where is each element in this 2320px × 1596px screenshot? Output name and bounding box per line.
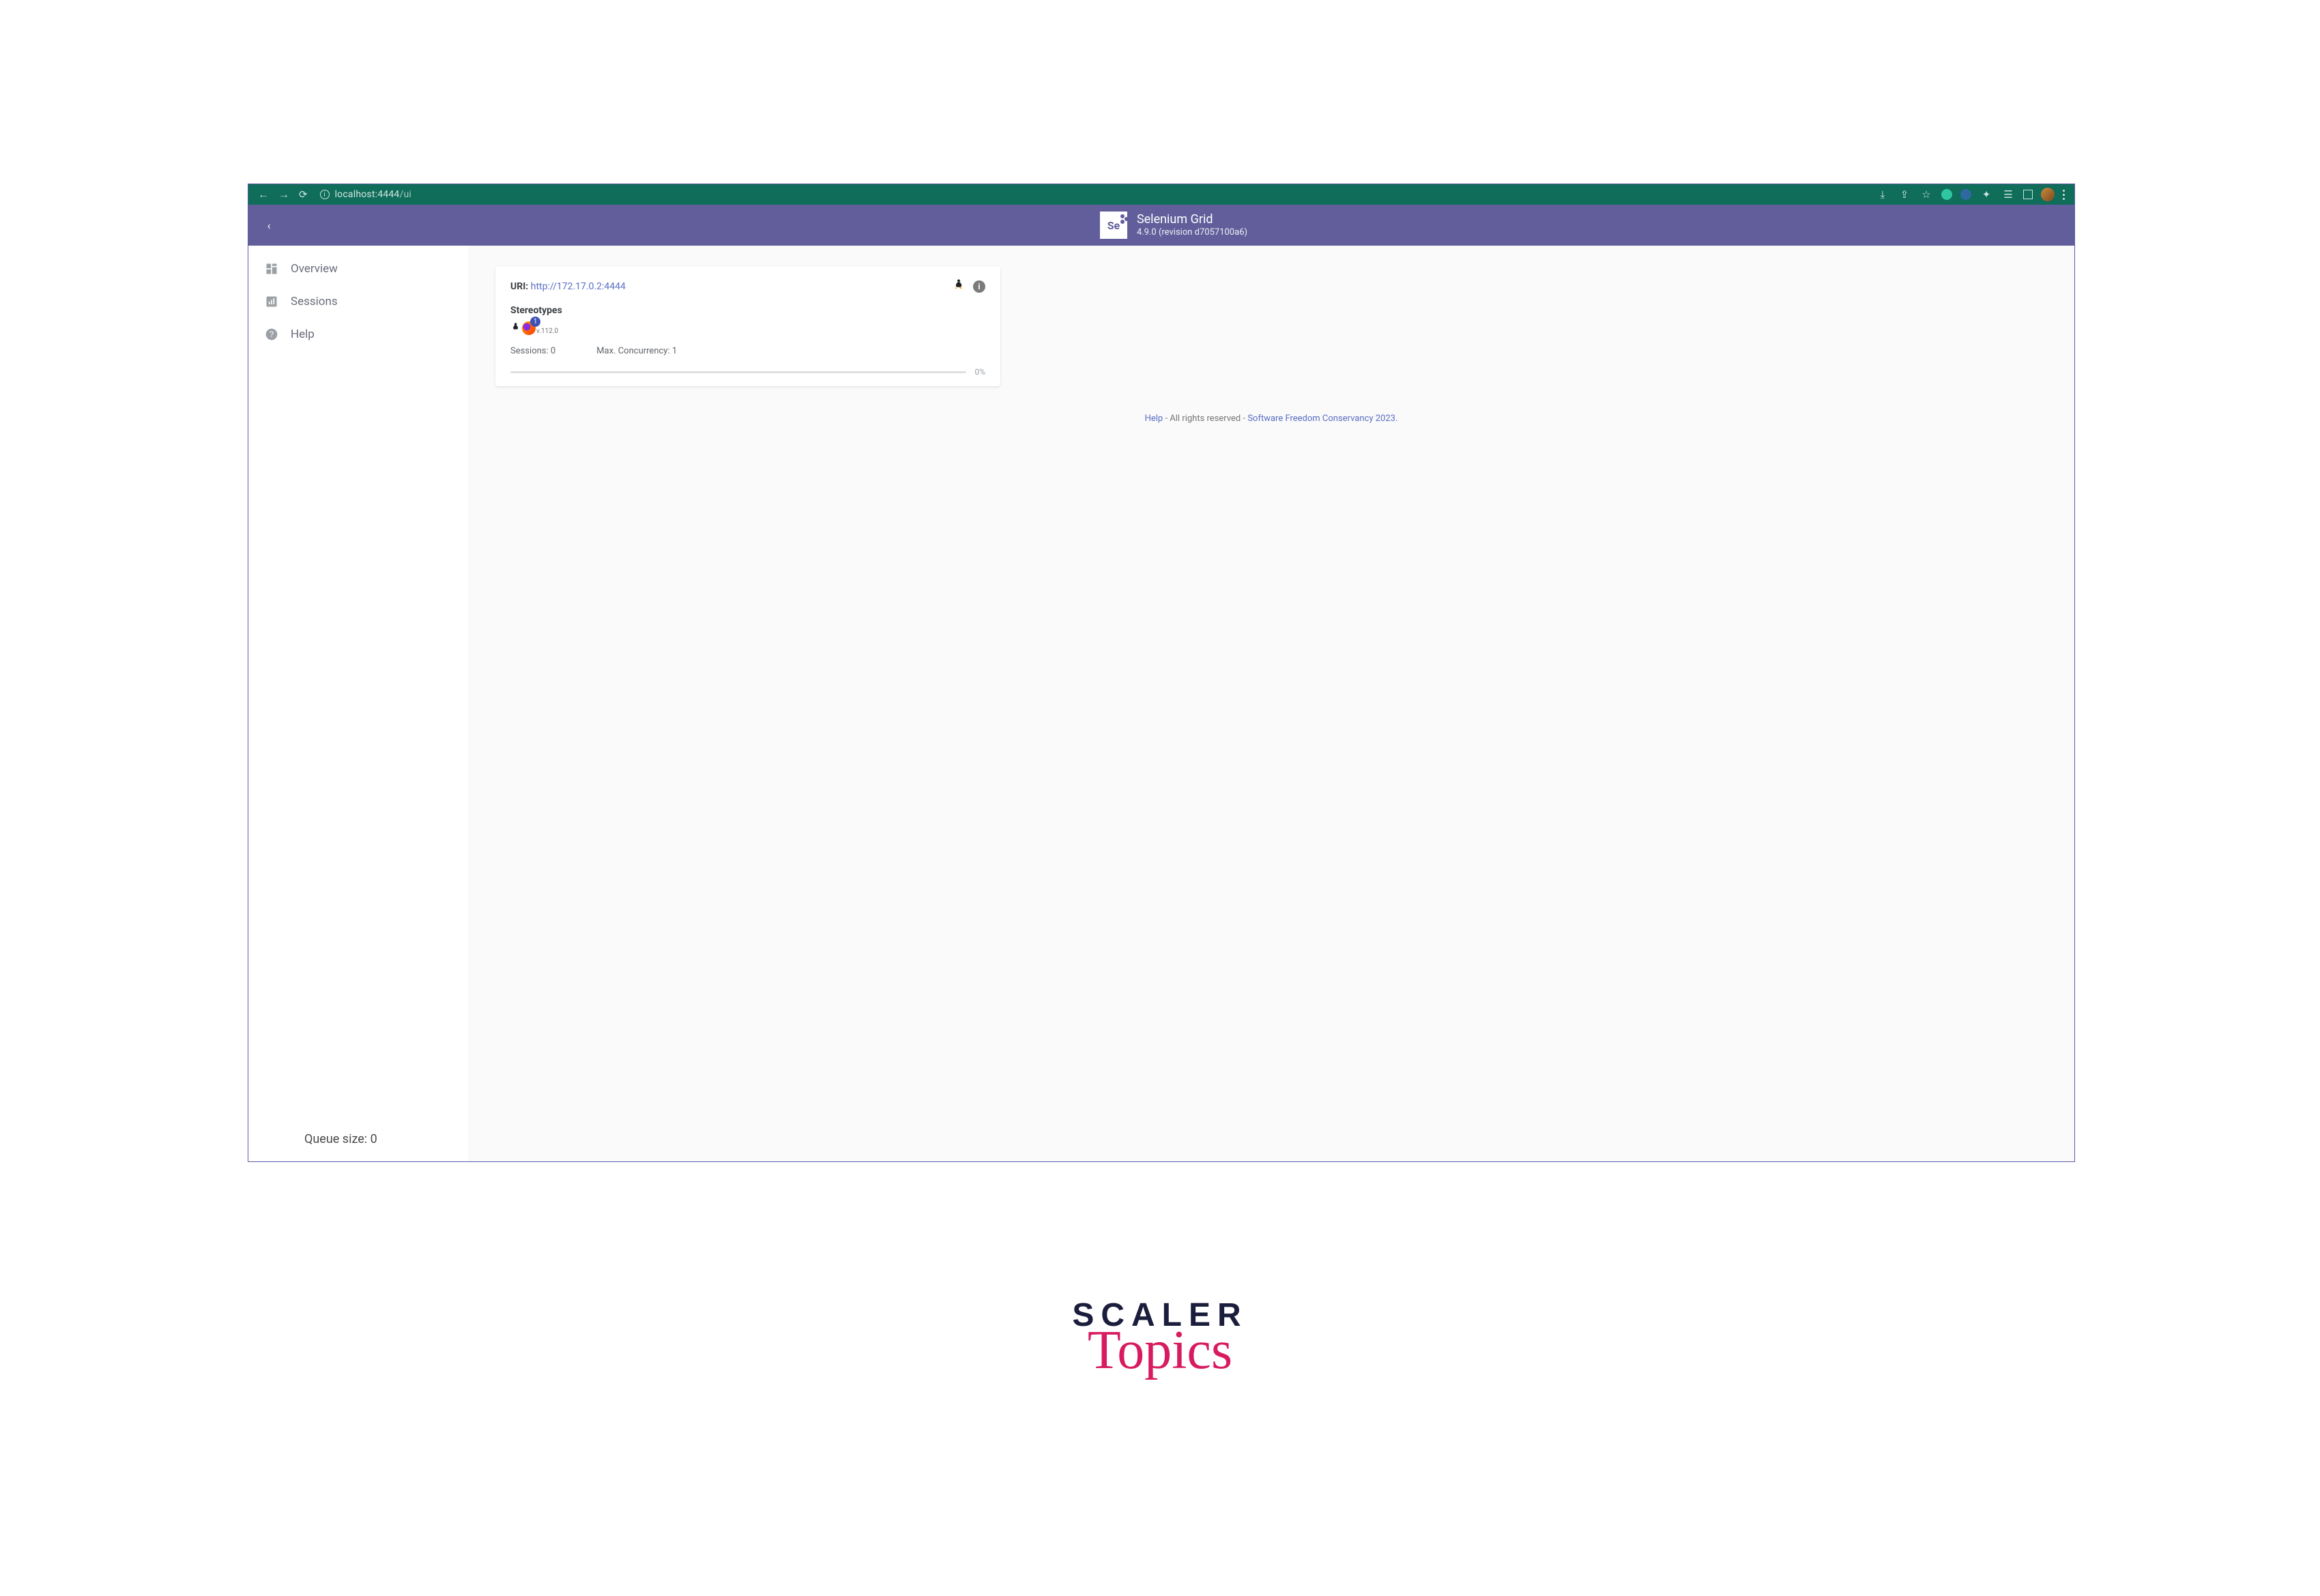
logo-text: Se bbox=[1107, 219, 1120, 232]
stereotypes-heading: Stereotypes bbox=[510, 305, 985, 316]
browser-window: ← → ⟳ i localhost:4444/ui ⤓ ⇪ ☆ ✦ ☰ ‹ bbox=[248, 184, 2075, 1162]
footer-middle-text: - All rights reserved - bbox=[1163, 413, 1247, 424]
svg-text:?: ? bbox=[270, 330, 274, 339]
node-card: URI: http://172.17.0.2:4444 i Stere bbox=[495, 266, 1000, 386]
uri-line: URI: http://172.17.0.2:4444 bbox=[510, 281, 626, 292]
dashboard-icon bbox=[265, 262, 278, 276]
usage-progress: 0% bbox=[510, 367, 985, 377]
sidebar-item-label: Overview bbox=[291, 262, 338, 276]
sessions-count: Sessions: 0 bbox=[510, 346, 555, 356]
footer: Help - All rights reserved - Software Fr… bbox=[468, 407, 2074, 444]
queue-size-label: Queue size: 0 bbox=[248, 1118, 468, 1161]
brand-word-topics: Topics bbox=[1072, 1329, 1247, 1372]
stereo-version: v.112.0 bbox=[536, 328, 558, 335]
sidebar-item-sessions[interactable]: Sessions bbox=[248, 285, 468, 318]
chrome-menu-icon[interactable] bbox=[2063, 190, 2065, 200]
sidebar-item-label: Help bbox=[291, 328, 315, 341]
app-body: Overview Sessions ? Help Queue size: 0 bbox=[248, 246, 2074, 1161]
nav-back-icon[interactable]: ← bbox=[258, 188, 269, 201]
star-icon[interactable]: ☆ bbox=[1919, 188, 1933, 201]
puzzle-icon[interactable]: ✦ bbox=[1980, 188, 1993, 201]
stereo-count-badge: 1 bbox=[530, 317, 540, 327]
uri-label: URI: bbox=[510, 281, 528, 292]
footer-help-link[interactable]: Help bbox=[1145, 413, 1163, 424]
uri-link[interactable]: http://172.17.0.2:4444 bbox=[531, 281, 626, 292]
url-host: localhost:4444 bbox=[335, 189, 400, 200]
analytics-icon bbox=[265, 295, 278, 308]
tab-overview-icon[interactable] bbox=[2023, 190, 2033, 199]
site-info-icon[interactable]: i bbox=[320, 190, 330, 199]
reload-icon[interactable]: ⟳ bbox=[299, 188, 308, 201]
max-concurrency: Max. Concurrency: 1 bbox=[596, 346, 677, 356]
toolbar-right: ⤓ ⇪ ☆ ✦ ☰ bbox=[1876, 188, 2065, 201]
scaler-topics-logo: SCALER Topics bbox=[1072, 1296, 1247, 1378]
selenium-grid-logo-icon: Se bbox=[1100, 212, 1127, 239]
profile-avatar-icon[interactable] bbox=[2041, 188, 2055, 201]
share-icon[interactable]: ⇪ bbox=[1898, 188, 1911, 201]
install-icon[interactable]: ⤓ bbox=[1876, 188, 1889, 201]
address-bar[interactable]: i localhost:4444/ui bbox=[320, 189, 411, 200]
progress-percent: 0% bbox=[974, 367, 985, 377]
progress-bar bbox=[510, 371, 966, 373]
sidebar-item-help[interactable]: ? Help bbox=[248, 318, 468, 351]
sidebar: Overview Sessions ? Help Queue size: 0 bbox=[248, 246, 468, 1161]
reading-list-icon[interactable]: ☰ bbox=[2001, 188, 2015, 201]
help-icon: ? bbox=[265, 328, 278, 341]
browser-toolbar: ← → ⟳ i localhost:4444/ui ⤓ ⇪ ☆ ✦ ☰ bbox=[248, 184, 2074, 205]
linux-icon bbox=[953, 278, 965, 294]
app-title: Selenium Grid bbox=[1137, 212, 1247, 227]
app-version: 4.9.0 (revision d7057100a6) bbox=[1137, 227, 1247, 238]
url-path: /ui bbox=[399, 189, 411, 200]
main-area: URI: http://172.17.0.2:4444 i Stere bbox=[468, 246, 2074, 1161]
stereo-firefox-icon: 1 bbox=[522, 321, 536, 335]
app-header: ‹ Se Selenium Grid 4.9.0 (revision d7057… bbox=[248, 205, 2074, 246]
sidebar-item-label: Sessions bbox=[291, 295, 338, 308]
extension-blue-icon[interactable] bbox=[1960, 189, 1971, 200]
header-back-button[interactable]: ‹ bbox=[261, 217, 277, 233]
sidebar-item-overview[interactable]: Overview bbox=[248, 252, 468, 285]
node-info-icon[interactable]: i bbox=[973, 280, 985, 293]
footer-sfc-link[interactable]: Software Freedom Conservancy 2023. bbox=[1247, 413, 1397, 424]
nav-forward-icon[interactable]: → bbox=[278, 188, 289, 201]
extension-green-icon[interactable] bbox=[1941, 189, 1952, 200]
stereo-linux-icon bbox=[510, 322, 521, 335]
